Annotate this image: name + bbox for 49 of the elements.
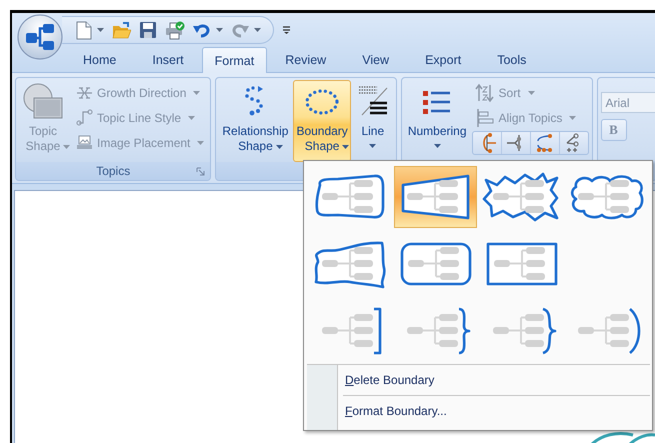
ribbon-tab[interactable]: Format bbox=[202, 47, 268, 73]
sort-icon bbox=[474, 82, 495, 102]
menu-item[interactable]: Format Boundary... bbox=[345, 396, 447, 426]
toolbar-button[interactable] bbox=[76, 20, 104, 40]
toolbar-button[interactable] bbox=[165, 20, 185, 40]
curve-drawing bbox=[589, 429, 655, 443]
caret-icon bbox=[528, 90, 535, 94]
printer-icon bbox=[165, 20, 185, 40]
caret-icon bbox=[216, 28, 223, 32]
caret-icon bbox=[193, 90, 200, 94]
ribbon-tab[interactable]: Export bbox=[407, 48, 480, 72]
group-title: Topics bbox=[96, 164, 130, 178]
topic-shape-icon bbox=[22, 83, 64, 121]
caret-icon bbox=[276, 144, 283, 149]
ribbon-button[interactable]: Boundary Shape bbox=[293, 80, 351, 162]
align-icon bbox=[474, 108, 495, 128]
ribbon-tab[interactable]: View bbox=[344, 48, 408, 72]
picture-frame-icon bbox=[76, 135, 93, 150]
toolbar-button[interactable] bbox=[139, 21, 157, 39]
caret-icon bbox=[369, 144, 376, 148]
folder-icon bbox=[112, 22, 131, 38]
undo-icon bbox=[193, 22, 211, 38]
app-menu-button[interactable] bbox=[17, 14, 63, 60]
customize-toolbar-icon[interactable] bbox=[283, 26, 290, 34]
ribbon-tab[interactable]: Tools bbox=[479, 48, 544, 72]
ribbon-tab[interactable]: Insert bbox=[134, 48, 202, 72]
toolbar-button[interactable] bbox=[112, 22, 131, 38]
caret-icon bbox=[569, 116, 576, 120]
gallery-item[interactable] bbox=[394, 166, 477, 228]
ribbon-button[interactable]: Numbering bbox=[404, 80, 470, 162]
caret-icon bbox=[197, 140, 204, 144]
toolbar-button[interactable] bbox=[193, 22, 223, 38]
branches-icon bbox=[76, 86, 93, 100]
boundary-shape-icon bbox=[480, 170, 561, 222]
save-icon bbox=[139, 21, 157, 39]
ribbon-button[interactable]: Relationship Shape bbox=[219, 80, 292, 162]
ribbon-tab[interactable]: Home bbox=[65, 48, 134, 72]
menu-item[interactable]: Delete Boundary bbox=[345, 365, 434, 395]
caret-icon bbox=[97, 28, 104, 32]
caret-icon bbox=[254, 28, 261, 32]
ribbon-button[interactable]: Line bbox=[352, 80, 393, 162]
redo-icon bbox=[231, 22, 249, 38]
caret-icon bbox=[63, 144, 70, 149]
caret-icon bbox=[434, 144, 441, 148]
caret-icon bbox=[188, 116, 196, 120]
caret-icon bbox=[342, 144, 350, 149]
ribbon-tab[interactable]: Review bbox=[267, 48, 344, 72]
new-document-icon bbox=[76, 20, 92, 40]
curved-line-icon bbox=[76, 109, 93, 126]
